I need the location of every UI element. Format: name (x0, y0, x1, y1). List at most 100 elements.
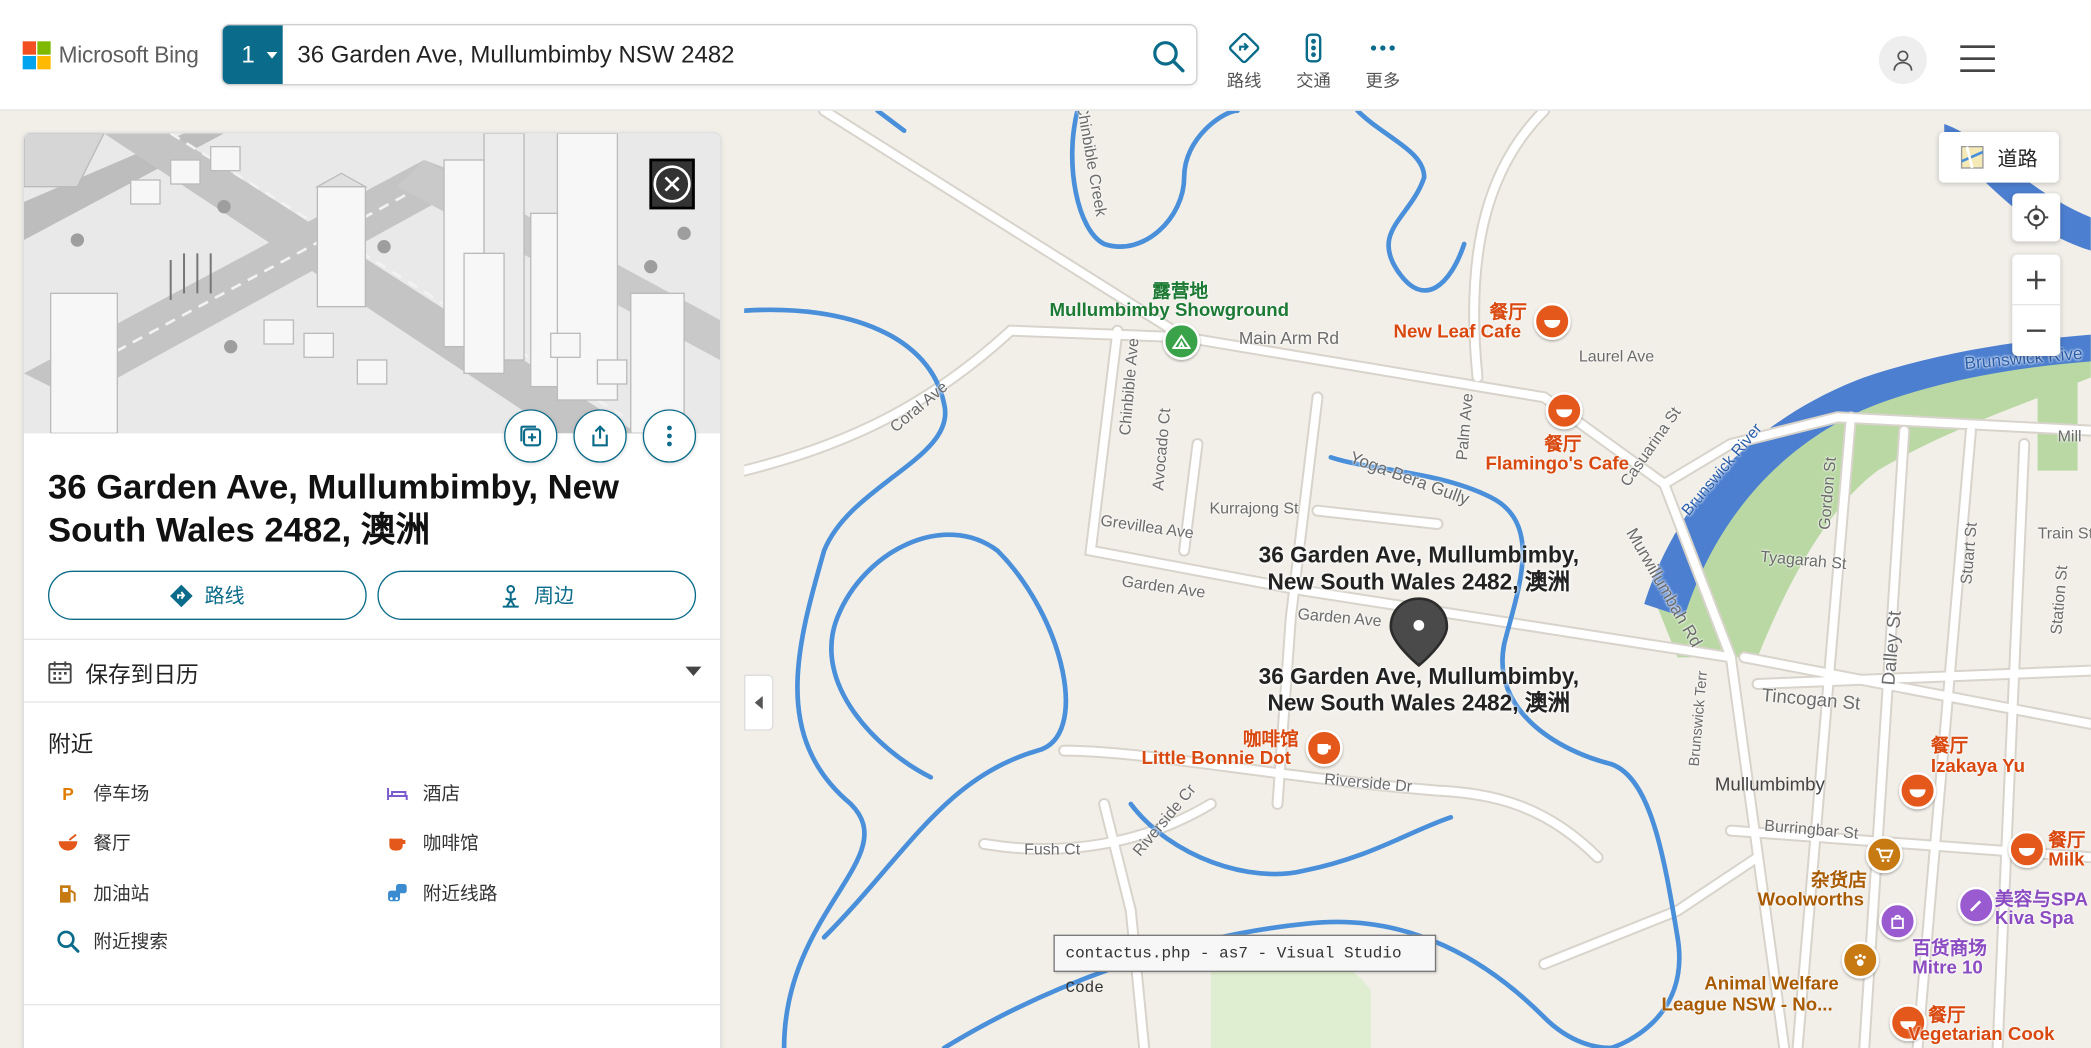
collapse-panel-button[interactable] (744, 674, 774, 731)
address-label-bottom: 36 Garden Ave, Mullumbimby, New South Wa… (1252, 664, 1585, 717)
chevron-left-icon (754, 695, 763, 710)
save-to-collections-button[interactable] (504, 409, 558, 463)
nearby-item-label: 附近线路 (422, 882, 498, 904)
address-line-1: 36 Garden Ave, Mullumbimby, (1258, 663, 1580, 690)
directions-button[interactable]: 路线 (48, 570, 367, 620)
transit-icon (385, 881, 409, 905)
nearby-transit[interactable]: 附近线路 (385, 880, 497, 907)
bag-icon (1891, 914, 1904, 929)
zoom-in-button[interactable] (2012, 255, 2061, 306)
poi-name[interactable]: League NSW - No... (1662, 993, 1833, 1014)
directions-label: 路线 (204, 585, 245, 608)
restaurant-pin[interactable] (1533, 302, 1571, 340)
poi-name[interactable]: Vegetarian Cook (1908, 1023, 2054, 1044)
gas-pump-icon (56, 881, 80, 905)
calendar-icon (48, 661, 72, 684)
nearby-item-label: 餐厅 (93, 831, 131, 854)
nav-traffic[interactable]: 交通 (1287, 32, 1340, 92)
street-label: Kurrajong St (1209, 498, 1299, 518)
nearby-item-label: 停车场 (93, 782, 150, 804)
cafe-pin[interactable] (1305, 729, 1343, 767)
grocery-pin[interactable] (1865, 835, 1903, 874)
campground-pin[interactable] (1162, 322, 1201, 360)
share-icon (592, 425, 608, 447)
poi-name[interactable]: New Leaf Cafe (1394, 320, 1522, 341)
nearby-gas-stations[interactable]: 加油站 (56, 880, 149, 907)
window-tooltip: contactus.php - as7 - Visual Studio Code (1053, 934, 1437, 997)
nav-traffic-label: 交通 (1296, 70, 1331, 91)
chevron-down-icon (266, 51, 278, 59)
coffee-icon (385, 831, 409, 855)
search-input[interactable] (297, 35, 1125, 74)
search-icon[interactable] (1151, 39, 1186, 74)
cart-icon (1876, 848, 1894, 862)
more-options-button[interactable] (642, 409, 697, 463)
poi-name[interactable]: Izakaya Yu (1931, 755, 2025, 776)
location-pin-icon[interactable] (1388, 596, 1449, 668)
account-button[interactable] (1878, 35, 1927, 84)
poi-name[interactable]: Milk (2048, 848, 2084, 869)
user-icon (1893, 50, 1913, 71)
animal-welfare-pin[interactable] (1841, 941, 1879, 979)
top-bar: Microsoft Bing 1 路线 交通 (0, 0, 2091, 111)
collections-add-icon (520, 425, 542, 447)
bing-logo[interactable]: Microsoft Bing (22, 41, 199, 70)
close-card-button[interactable] (649, 158, 695, 210)
poi-name[interactable]: Flamingo's Cafe (1486, 452, 1629, 473)
share-button[interactable] (573, 409, 627, 463)
save-to-calendar-row[interactable]: 保存到日历 (48, 656, 702, 688)
restaurant-pin[interactable] (1545, 391, 1583, 430)
poi-name[interactable]: Woolworths (1758, 888, 1864, 909)
parking-icon: P (62, 783, 74, 804)
nearby-restaurants[interactable]: 餐厅 (56, 829, 131, 856)
street-label: Train St (2037, 523, 2091, 543)
zoom-out-button[interactable] (2012, 305, 2060, 356)
map-style-button[interactable]: 道路 (1938, 131, 2059, 183)
restaurant-pin[interactable] (2008, 830, 2046, 868)
restaurant-pin[interactable] (1898, 771, 1937, 810)
nav-more-label: 更多 (1365, 70, 1401, 91)
nearby-parking[interactable]: P 停车场 (56, 780, 149, 807)
map-style-label: 道路 (1997, 147, 2038, 170)
more-vertical-icon (667, 425, 672, 447)
directions-icon (1228, 32, 1260, 64)
nav-directions[interactable]: 路线 (1217, 32, 1270, 92)
address-label-top: 36 Garden Ave, Mullumbimby, New South Wa… (1252, 543, 1585, 596)
poi-name[interactable]: Animal Welfare (1704, 972, 1839, 993)
map-canvas[interactable]: Main Arm Rd Laurel Ave Coral Ave Chinbib… (744, 110, 2091, 1048)
tent-icon (1172, 334, 1191, 349)
nearby-item-label: 酒店 (422, 782, 461, 804)
street-label: Fush Ct (1024, 839, 1081, 859)
coffee-icon (1317, 743, 1331, 755)
spa-pin[interactable] (1957, 886, 1995, 924)
nearby-heading: 附近 (48, 731, 94, 758)
nav-more[interactable]: 更多 (1356, 32, 1409, 92)
nearby-cafes[interactable]: 咖啡馆 (385, 829, 479, 856)
locate-me-button[interactable] (2012, 193, 2061, 242)
location-title: 36 Garden Ave, Mullumbimby, New South Wa… (48, 466, 619, 550)
bowl-icon (1544, 319, 1561, 328)
nearby-search[interactable]: 附近搜索 (56, 928, 168, 955)
bowl-icon (1909, 789, 1926, 798)
menu-button[interactable] (1960, 45, 1995, 72)
nearby-button[interactable]: 周边 (377, 570, 697, 620)
search-count-dropdown[interactable]: 1 (222, 25, 283, 84)
person-pin-icon (503, 584, 520, 607)
poi-name[interactable]: Kiva Spa (1995, 907, 2074, 928)
nearby-hotels[interactable]: 酒店 (385, 780, 460, 807)
street-label: Mill (2057, 426, 2082, 446)
plus-icon (2026, 269, 2046, 289)
poi-name[interactable]: Mullumbimby Showground (1049, 299, 1289, 320)
address-line-2: New South Wales 2482, 澳洲 (1267, 690, 1571, 716)
menu-icon (1960, 45, 1995, 48)
brush-icon (1969, 900, 1982, 912)
nearby-item-label: 加油站 (93, 882, 150, 904)
divider (24, 701, 721, 703)
nav-directions-label: 路线 (1226, 70, 1262, 91)
road-map-icon (1960, 145, 1984, 169)
department-store-pin[interactable] (1878, 902, 1917, 940)
more-icon (1370, 45, 1395, 51)
poi-name[interactable]: Little Bonnie Dot (1141, 747, 1290, 768)
street-label: Main Arm Rd (1238, 327, 1340, 348)
poi-name[interactable]: Mitre 10 (1912, 956, 1983, 977)
